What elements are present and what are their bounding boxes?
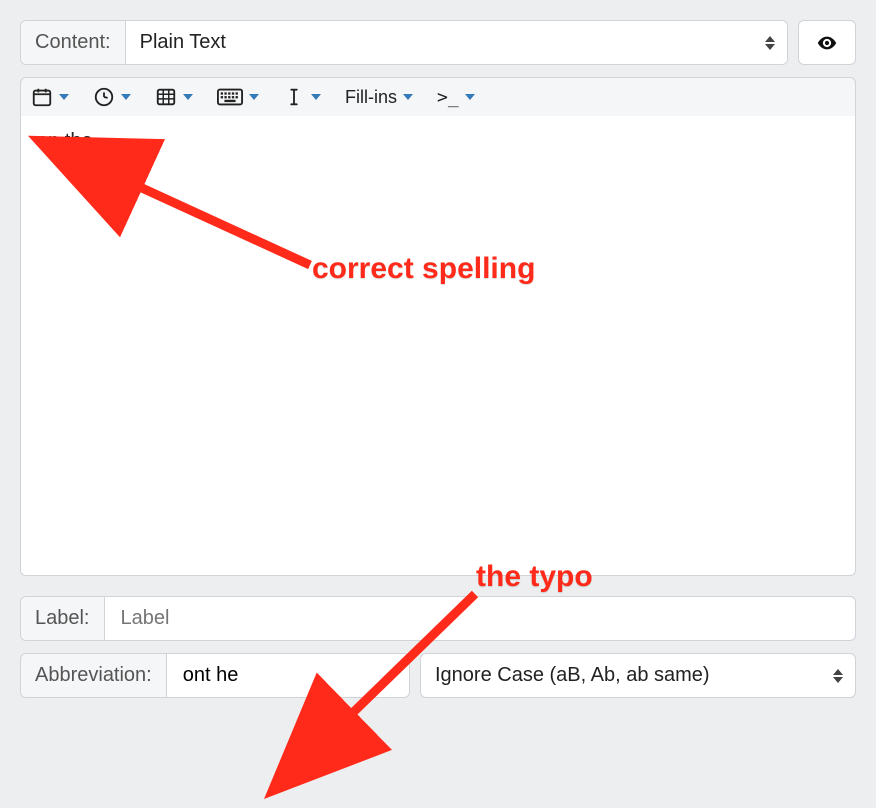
chevron-down-icon: [311, 94, 321, 100]
grid-icon: [155, 86, 177, 108]
keyboard-icon: [217, 86, 243, 108]
content-editor[interactable]: on the: [20, 116, 856, 576]
chevron-down-icon: [403, 94, 413, 100]
preview-button[interactable]: [798, 20, 856, 65]
clock-icon: [93, 86, 115, 108]
key-menu[interactable]: [217, 86, 259, 108]
content-type-value: Plain Text: [126, 21, 761, 64]
chevron-down-icon: [183, 94, 193, 100]
label-caption: Label:: [21, 597, 105, 640]
abbreviation-caption: Abbreviation:: [21, 654, 167, 697]
editor-toolbar: Fill-ins >_: [20, 77, 856, 116]
stepper-icon: [761, 36, 787, 50]
content-type-select[interactable]: Plain Text: [126, 21, 787, 64]
datemath-menu[interactable]: [155, 86, 193, 108]
time-menu[interactable]: [93, 86, 131, 108]
content-label: Content:: [21, 21, 126, 64]
abbreviation-input[interactable]: [181, 663, 395, 688]
abbreviation-group: Abbreviation:: [20, 653, 410, 698]
case-select-value: Ignore Case (aB, Ab, ab same): [421, 654, 829, 697]
case-select[interactable]: Ignore Case (aB, Ab, ab same): [420, 653, 856, 698]
cursor-menu[interactable]: [283, 86, 321, 108]
terminal-label: >_: [437, 87, 459, 108]
chevron-down-icon: [59, 94, 69, 100]
chevron-down-icon: [249, 94, 259, 100]
label-group: Label:: [20, 596, 856, 641]
cursor-icon: [283, 86, 305, 108]
fillins-label: Fill-ins: [345, 87, 397, 108]
calendar-icon: [31, 86, 53, 108]
chevron-down-icon: [121, 94, 131, 100]
fillins-menu[interactable]: Fill-ins: [345, 87, 413, 108]
editor-text: on the: [37, 130, 93, 152]
stepper-icon: [829, 669, 855, 683]
date-menu[interactable]: [31, 86, 69, 108]
content-type-group: Content: Plain Text: [20, 20, 788, 65]
eye-icon: [816, 32, 838, 54]
label-input[interactable]: [119, 606, 842, 631]
chevron-down-icon: [465, 94, 475, 100]
script-menu[interactable]: >_: [437, 87, 475, 108]
